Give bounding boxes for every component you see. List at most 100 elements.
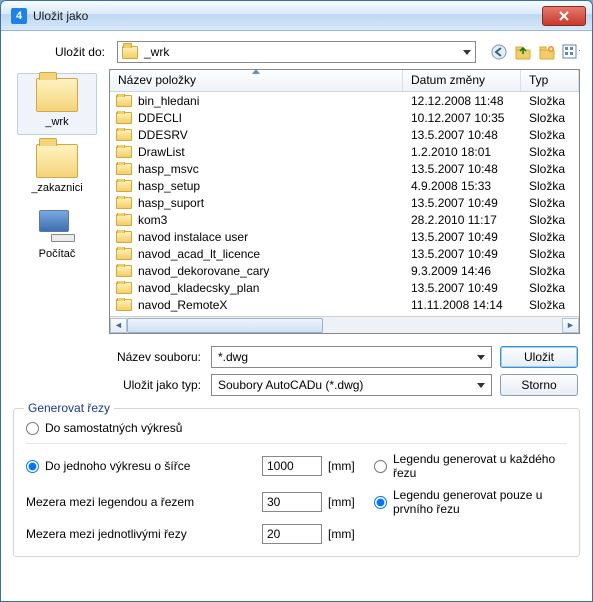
option-legend-first[interactable]: Legendu generovat pouze u prvního řezu — [374, 488, 567, 516]
radio-legend-each[interactable] — [374, 460, 387, 473]
file-name: navod_RemoteX — [138, 298, 227, 312]
file-name: bin_hledani — [138, 94, 199, 108]
folder-icon — [116, 231, 132, 243]
table-row[interactable]: DDESRV13.5.2007 10:48Složka — [110, 126, 579, 143]
scroll-left-icon[interactable]: ◄ — [110, 318, 127, 333]
file-type: Složka — [521, 196, 579, 210]
table-row[interactable]: navod_dekorovane_cary9.3.2009 14:46Složk… — [110, 262, 579, 279]
view-menu-icon — [562, 44, 580, 60]
option-separate-drawings[interactable]: Do samostatných výkresů — [26, 421, 567, 435]
scroll-right-icon[interactable]: ► — [562, 318, 579, 333]
file-date: 12.12.2008 11:48 — [403, 94, 521, 108]
list-header: Název položky Datum změny Typ — [110, 70, 579, 92]
up-icon — [515, 44, 531, 60]
file-name: hasp_setup — [138, 179, 200, 193]
folder-icon — [36, 144, 78, 178]
table-row[interactable]: navod_acad_lt_licence13.5.2007 10:49Slož… — [110, 245, 579, 262]
file-date: 1.2.2010 18:01 — [403, 145, 521, 159]
folder-icon — [36, 78, 78, 112]
back-button[interactable] — [490, 43, 508, 61]
table-row[interactable]: DrawList 1.2.2010 18:01Složka — [110, 143, 579, 160]
radio-separate[interactable] — [26, 422, 39, 435]
folder-icon — [116, 146, 132, 158]
unit-label: [mm] — [328, 459, 368, 473]
file-date: 9.3.2009 14:46 — [403, 264, 521, 278]
filename-label: Název souboru: — [105, 350, 203, 364]
back-icon — [491, 44, 507, 60]
file-type: Složka — [521, 179, 579, 193]
table-row[interactable]: navod_kladecsky_plan 13.5.2007 10:49Složk… — [110, 279, 579, 296]
close-icon — [559, 11, 569, 21]
scroll-thumb[interactable] — [127, 318, 323, 333]
folder-icon — [116, 129, 132, 141]
table-row[interactable]: navod instalace user13.5.2007 10:49Složk… — [110, 228, 579, 245]
unit-label: [mm] — [328, 527, 368, 541]
gap-legend-label: Mezera mezi legendou a řezem — [26, 495, 256, 509]
file-date: 13.5.2007 10:49 — [403, 196, 521, 210]
app-icon: 4 — [11, 8, 27, 24]
places-bar: _wrk _zakaznici Počítač — [13, 69, 101, 334]
chevron-down-icon — [477, 355, 485, 360]
place-wrk[interactable]: _wrk — [17, 73, 97, 135]
gap-cuts-input[interactable] — [262, 524, 322, 544]
file-date: 13.5.2007 10:49 — [403, 281, 521, 295]
scroll-track[interactable] — [127, 318, 562, 333]
column-date[interactable]: Datum změny — [403, 70, 521, 91]
horizontal-scrollbar[interactable]: ◄ ► — [110, 316, 579, 333]
table-row[interactable]: DDECLI10.12.2007 10:35Složka — [110, 109, 579, 126]
gap-legend-input[interactable] — [262, 492, 322, 512]
folder-icon — [116, 112, 132, 124]
file-name: navod_kladecsky_plan — [138, 281, 259, 295]
file-date: 13.5.2007 10:48 — [403, 128, 521, 142]
column-name[interactable]: Název položky — [110, 70, 403, 91]
view-menu-button[interactable] — [562, 43, 580, 61]
close-button[interactable] — [542, 6, 586, 26]
filetype-combo[interactable]: Soubory AutoCADu (*.dwg) — [211, 374, 492, 396]
option-single-drawing[interactable]: Do jednoho výkresu o šířce — [26, 459, 256, 473]
filetype-label: Uložit jako typ: — [105, 378, 203, 392]
table-row[interactable]: navod_RemoteX11.11.2008 14:14Složka — [110, 296, 579, 313]
folder-icon — [116, 197, 132, 209]
place-computer[interactable]: Počítač — [17, 205, 97, 267]
cancel-button[interactable]: Storno — [500, 374, 578, 396]
file-name: hasp_suport — [138, 196, 204, 210]
file-type: Složka — [521, 230, 579, 244]
table-row[interactable]: kom328.2.2010 11:17Složka — [110, 211, 579, 228]
table-row[interactable]: hasp_setup 4.9.2008 15:33Složka — [110, 177, 579, 194]
radio-legend-first[interactable] — [374, 496, 387, 509]
unit-label: [mm] — [328, 495, 368, 509]
folder-icon — [122, 46, 138, 59]
save-button[interactable]: Uložit — [500, 346, 578, 368]
file-name: DDECLI — [138, 111, 182, 125]
file-type: Složka — [521, 281, 579, 295]
filename-input[interactable]: *.dwg — [211, 346, 492, 368]
gap-cuts-label: Mezera mezi jednotlivými řezy — [26, 527, 256, 541]
generate-cuts-group: Generovat řezy Do samostatných výkresů D… — [13, 408, 580, 557]
new-folder-button[interactable] — [538, 43, 556, 61]
file-date: 11.11.2008 14:14 — [403, 298, 521, 312]
place-zakaznici[interactable]: _zakaznici — [17, 139, 97, 201]
radio-single[interactable] — [26, 460, 39, 473]
chevron-down-icon — [477, 383, 485, 388]
save-in-combo[interactable]: _wrk — [117, 41, 476, 63]
table-row[interactable]: hasp_msvc13.5.2007 10:48Složka — [110, 160, 579, 177]
file-name: navod_dekorovane_cary — [138, 264, 269, 278]
table-row[interactable]: bin_hledani12.12.2008 11:48Složka — [110, 92, 579, 109]
table-row[interactable]: hasp_suport 13.5.2007 10:49Složka — [110, 194, 579, 211]
folder-icon — [116, 248, 132, 260]
new-folder-icon — [539, 44, 555, 60]
file-type: Složka — [521, 247, 579, 261]
window-title: Uložit jako — [33, 9, 542, 23]
up-one-level-button[interactable] — [514, 43, 532, 61]
file-date: 13.5.2007 10:49 — [403, 230, 521, 244]
file-date: 4.9.2008 15:33 — [403, 179, 521, 193]
file-name: navod_acad_lt_licence — [138, 247, 260, 261]
column-type[interactable]: Typ — [521, 70, 579, 91]
file-list[interactable]: Název položky Datum změny Typ bin_hledan… — [109, 69, 580, 334]
width-input[interactable] — [262, 456, 322, 476]
file-name: DrawList — [138, 145, 185, 159]
folder-icon — [116, 299, 132, 311]
file-type: Složka — [521, 145, 579, 159]
sort-asc-icon — [252, 69, 260, 74]
option-legend-each[interactable]: Legendu generovat u každého řezu — [374, 452, 567, 480]
